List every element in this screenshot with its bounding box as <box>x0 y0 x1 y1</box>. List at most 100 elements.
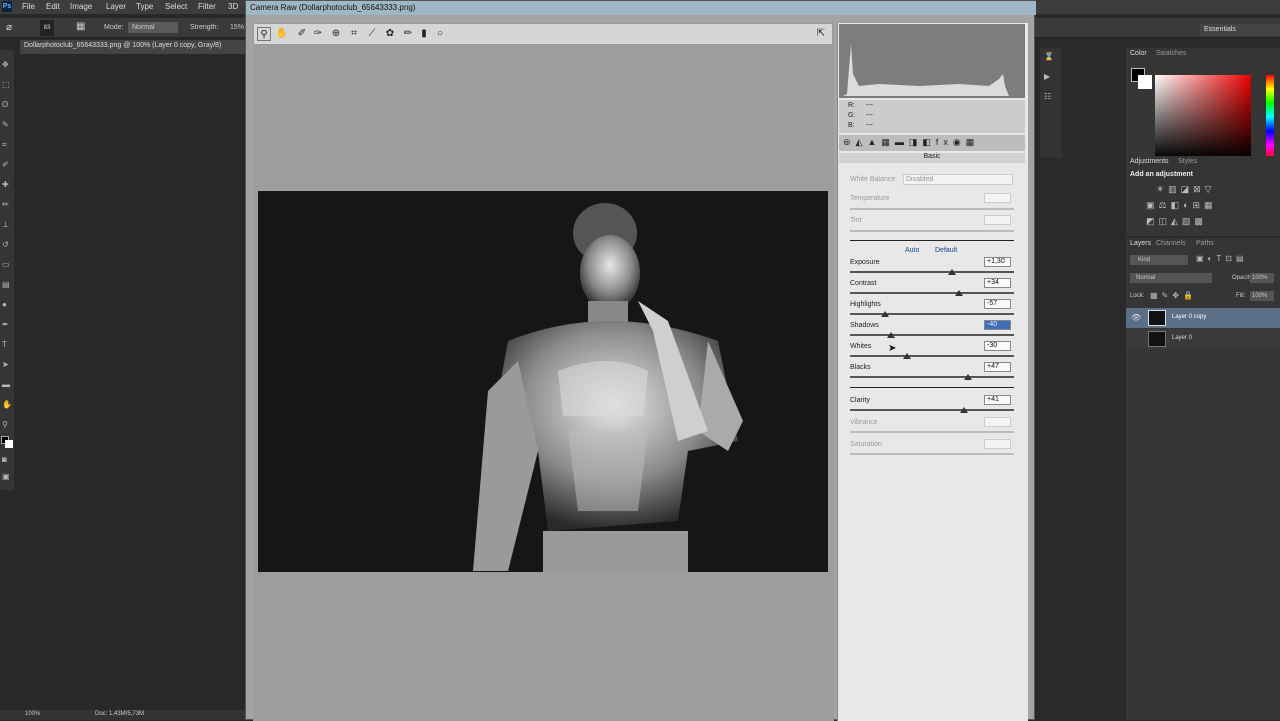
visibility-eye-icon[interactable]: 👁 <box>1131 313 1141 322</box>
whites-slider[interactable] <box>850 355 1014 357</box>
contrast-field[interactable]: +34 <box>984 278 1011 288</box>
fullscreen-toggle-icon[interactable]: ⇱ <box>814 27 828 41</box>
tab-channels[interactable]: Channels <box>1156 240 1186 247</box>
quick-select-tool-icon[interactable]: ✎ <box>2 120 9 129</box>
sponge-tool-side-icon[interactable]: ● <box>2 300 7 309</box>
brush-panel-icon[interactable]: ▦ <box>76 21 85 32</box>
quick-mask-icon[interactable]: ◙ <box>2 455 7 464</box>
type-tool-icon[interactable]: T <box>2 340 7 349</box>
move-tool-icon[interactable]: ✥ <box>2 60 9 69</box>
pen-tool-icon[interactable]: ✒ <box>2 320 9 329</box>
clarity-slider[interactable] <box>850 409 1014 411</box>
eyedropper-tool-icon[interactable]: ✐ <box>2 160 9 169</box>
history-brush-tool-icon[interactable]: ↺ <box>2 240 9 249</box>
fill-field[interactable]: 100% <box>1250 291 1274 301</box>
menu-select[interactable]: Select <box>165 2 187 11</box>
color-sampler-tool-icon[interactable]: ✑ <box>311 27 325 41</box>
menu-3d[interactable]: 3D <box>228 2 238 11</box>
marquee-tool-icon[interactable]: ⬚ <box>2 80 10 89</box>
crop-tool-icon[interactable]: ⌗ <box>2 140 7 150</box>
blend-mode-select[interactable]: Normal <box>1130 273 1212 283</box>
layer-name[interactable]: Layer 0 copy <box>1172 314 1206 320</box>
menu-type[interactable]: Type <box>136 2 153 11</box>
workspace-switcher[interactable]: Essentials <box>1200 24 1280 36</box>
hand-tool-icon[interactable]: ✋ <box>2 400 12 409</box>
shadows-slider[interactable] <box>850 334 1014 336</box>
shape-tool-icon[interactable]: ▬ <box>2 380 10 389</box>
tab-layers[interactable]: Layers <box>1130 240 1151 247</box>
vibrance-slider[interactable] <box>850 431 1014 433</box>
tab-styles[interactable]: Styles <box>1178 158 1197 165</box>
mode-select[interactable]: Normal <box>128 22 178 33</box>
highlights-slider[interactable] <box>850 313 1014 315</box>
adjustment-icons-row2[interactable]: ▣⚖◧◐⊞▦ <box>1146 200 1217 211</box>
white-balance-select[interactable]: Disabled <box>903 174 1013 185</box>
spot-removal-tool-icon[interactable]: ✿ <box>383 27 397 41</box>
menu-file[interactable]: File <box>22 2 35 11</box>
healing-tool-icon[interactable]: ✚ <box>2 180 9 189</box>
tab-paths[interactable]: Paths <box>1196 240 1214 247</box>
whites-field[interactable]: -30 <box>984 341 1011 351</box>
image-preview[interactable] <box>253 45 834 721</box>
tint-slider[interactable] <box>850 230 1014 232</box>
temperature-field[interactable] <box>984 193 1011 203</box>
background-color-swatch[interactable] <box>5 440 13 448</box>
clarity-thumb[interactable] <box>960 407 968 413</box>
straighten-tool-icon[interactable]: ⟋ <box>365 27 379 41</box>
whites-thumb[interactable] <box>903 353 911 359</box>
clarity-field[interactable]: +41 <box>984 395 1011 405</box>
tab-color[interactable]: Color <box>1130 50 1147 57</box>
exposure-field[interactable]: +1,30 <box>984 257 1011 267</box>
shadows-field[interactable]: -40 <box>984 320 1011 330</box>
menu-edit[interactable]: Edit <box>46 2 60 11</box>
saturation-slider[interactable] <box>850 453 1014 455</box>
blacks-slider[interactable] <box>850 376 1014 378</box>
crop-tool-icon[interactable]: ⌗ <box>347 27 361 41</box>
highlights-thumb[interactable] <box>881 311 889 317</box>
history-icon[interactable]: ⌛ <box>1044 52 1054 61</box>
menu-filter[interactable]: Filter <box>198 2 216 11</box>
screen-mode-icon[interactable]: ▣ <box>2 472 10 481</box>
contrast-thumb[interactable] <box>955 290 963 296</box>
zoom-level[interactable]: 100% <box>25 711 40 717</box>
brush-size-picker[interactable]: 83 <box>40 20 54 36</box>
default-link[interactable]: Default <box>935 247 957 254</box>
adjustment-brush-icon[interactable]: ✏ <box>401 27 415 41</box>
gradient-tool-icon[interactable]: ▤ <box>2 280 10 289</box>
graduated-filter-icon[interactable]: ▮ <box>417 27 431 41</box>
stamp-tool-icon[interactable]: ⊥ <box>2 220 9 229</box>
hue-slider[interactable] <box>1266 75 1274 159</box>
auto-link[interactable]: Auto <box>905 247 919 254</box>
adjustment-icons-row3[interactable]: ◩◫◭▧▩ <box>1146 216 1207 227</box>
temperature-slider[interactable] <box>850 208 1014 210</box>
panel-tab-icons[interactable]: ⊚◭▲▦▬◨◧fx◉▦ <box>843 137 979 148</box>
menu-image[interactable]: Image <box>70 2 92 11</box>
hand-tool-icon[interactable]: ✋ <box>275 27 289 41</box>
exposure-thumb[interactable] <box>948 269 956 275</box>
sponge-tool-icon[interactable]: ⌀ <box>6 22 12 33</box>
blacks-thumb[interactable] <box>964 374 972 380</box>
brush-tool-icon[interactable]: ✏ <box>2 200 9 209</box>
radial-filter-icon[interactable]: ○ <box>433 27 447 41</box>
saturation-field[interactable] <box>984 439 1011 449</box>
white-balance-tool-icon[interactable]: ✐ <box>295 27 309 41</box>
layer-name[interactable]: Layer 0 <box>1172 335 1192 341</box>
menu-layer[interactable]: Layer <box>106 2 126 11</box>
vibrance-field[interactable] <box>984 417 1011 427</box>
tint-field[interactable] <box>984 215 1011 225</box>
zoom-tool-icon[interactable]: ⚲ <box>257 27 271 41</box>
zoom-tool-icon[interactable]: ⚲ <box>2 420 8 429</box>
actions-icon[interactable]: ▶ <box>1044 72 1050 81</box>
opacity-field[interactable]: 100% <box>1250 273 1274 283</box>
strength-value[interactable]: 15% <box>230 24 244 31</box>
blacks-field[interactable]: +47 <box>984 362 1011 372</box>
highlights-field[interactable]: -57 <box>984 299 1011 309</box>
path-select-tool-icon[interactable]: ➤ <box>2 360 9 369</box>
exposure-slider[interactable] <box>850 271 1014 273</box>
filter-icons[interactable]: ▣◐T⊡▤ <box>1196 254 1248 263</box>
document-tab[interactable]: Dollarphotoclub_65643333.png @ 100% (Lay… <box>20 40 245 54</box>
properties-icon[interactable]: ☷ <box>1044 92 1051 101</box>
lasso-tool-icon[interactable]: ʘ <box>2 100 8 109</box>
color-field[interactable] <box>1155 75 1251 159</box>
shadows-thumb[interactable] <box>887 332 895 338</box>
